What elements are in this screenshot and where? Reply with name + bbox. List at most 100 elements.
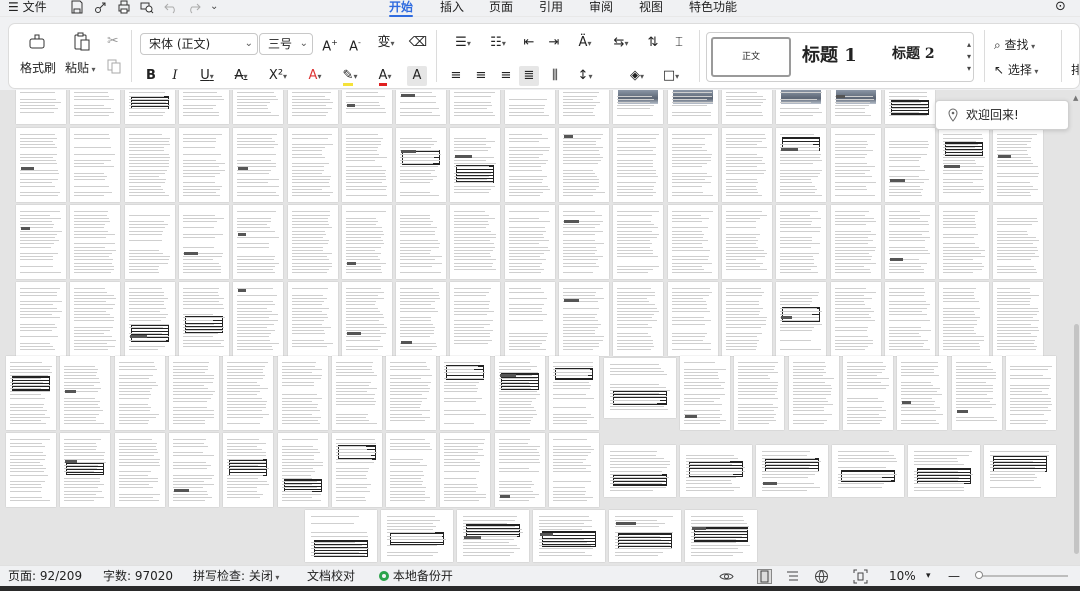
page-thumbnail[interactable]: [396, 205, 447, 279]
page-thumbnail[interactable]: [6, 356, 56, 430]
page-thumbnail[interactable]: [178, 282, 229, 356]
page-thumbnail[interactable]: [984, 445, 1056, 497]
format-painter-icon[interactable]: [27, 32, 47, 52]
character-shading-icon[interactable]: A: [407, 66, 427, 86]
page-thumbnail[interactable]: [613, 205, 664, 279]
fit-page-icon[interactable]: [853, 569, 868, 584]
page-thumbnail[interactable]: [549, 356, 599, 430]
page-thumbnail[interactable]: [897, 356, 948, 430]
page-thumbnail[interactable]: [609, 510, 681, 562]
justify-icon[interactable]: ≣: [519, 66, 539, 86]
page-thumbnail[interactable]: [993, 282, 1044, 356]
page-thumbnail[interactable]: [331, 433, 382, 507]
increase-indent-icon[interactable]: ⇥: [544, 33, 564, 53]
page-thumbnail[interactable]: [832, 445, 904, 497]
page-thumbnail[interactable]: [533, 510, 605, 562]
page-thumbnail[interactable]: [685, 510, 757, 562]
page-thumbnail[interactable]: [993, 128, 1044, 202]
share-icon[interactable]: [94, 0, 108, 14]
style-heading-2[interactable]: 标题 2: [892, 43, 935, 63]
find-button[interactable]: ⌕ 查找 ▾: [994, 36, 1035, 53]
style-normal[interactable]: 正文: [711, 37, 791, 77]
page-thumbnail[interactable]: [287, 90, 338, 124]
page-thumbnail[interactable]: [386, 356, 437, 430]
page-thumbnail[interactable]: [440, 433, 491, 507]
strikethrough-icon[interactable]: A▾: [227, 66, 255, 86]
copy-icon[interactable]: [107, 59, 122, 74]
spellcheck-toggle[interactable]: 拼写检查: 关闭 ▾: [193, 567, 279, 587]
page-thumbnail[interactable]: [721, 282, 772, 356]
page-thumbnail[interactable]: [604, 445, 676, 497]
page-thumbnail[interactable]: [1005, 356, 1056, 430]
undo-icon[interactable]: [164, 0, 178, 14]
page-thumbnail[interactable]: [70, 128, 121, 202]
arrange-button-partial[interactable]: 排: [1071, 61, 1079, 78]
sort-icon[interactable]: ⇅: [643, 33, 663, 53]
text-direction-icon[interactable]: ⇆▾: [607, 33, 635, 53]
page-thumbnail[interactable]: [70, 282, 121, 356]
vertical-scrollbar[interactable]: ▲: [1072, 94, 1080, 565]
page-thumbnail[interactable]: [114, 356, 165, 430]
tab-references[interactable]: 引用: [539, 0, 563, 15]
page-thumbnail[interactable]: [951, 356, 1002, 430]
page-thumbnail[interactable]: [788, 356, 839, 430]
tab-page[interactable]: 页面: [489, 0, 513, 15]
page-thumbnail[interactable]: [504, 282, 555, 356]
font-size-select[interactable]: 三号 ⌄: [259, 33, 313, 55]
page-thumbnail[interactable]: [341, 90, 392, 124]
page-thumbnail[interactable]: [233, 282, 284, 356]
page-thumbnail[interactable]: [60, 356, 111, 430]
page-thumbnail[interactable]: [341, 205, 392, 279]
eye-icon[interactable]: [719, 569, 734, 584]
tab-home[interactable]: 开始: [389, 0, 413, 15]
page-thumbnail[interactable]: [613, 282, 664, 356]
page-thumbnail[interactable]: [884, 90, 935, 124]
more-options-icon[interactable]: ⊙: [1055, 0, 1066, 15]
align-left-icon[interactable]: ≡: [446, 66, 466, 86]
page-thumbnail[interactable]: [842, 356, 893, 430]
zoom-slider-knob[interactable]: [975, 571, 983, 579]
local-backup-button[interactable]: 本地备份开: [379, 567, 453, 585]
web-view-icon[interactable]: [814, 569, 829, 584]
print-preview-icon[interactable]: [140, 0, 154, 14]
page-thumbnail[interactable]: [124, 90, 175, 124]
page-thumbnail[interactable]: [830, 128, 881, 202]
select-button[interactable]: ↖ 选择 ▾: [994, 61, 1038, 78]
page-thumbnail[interactable]: [70, 90, 121, 124]
page-thumbnail[interactable]: [450, 282, 501, 356]
page-thumbnail[interactable]: [457, 510, 529, 562]
page-thumbnail[interactable]: [721, 205, 772, 279]
line-spacing-icon[interactable]: ↕▾: [571, 66, 599, 86]
text-effect-icon[interactable]: A▾: [301, 66, 329, 86]
page-thumbnail[interactable]: [939, 128, 990, 202]
word-count[interactable]: 字数: 97020: [103, 567, 173, 585]
borders-icon[interactable]: □▾: [657, 66, 685, 86]
zoom-level[interactable]: 10%: [889, 567, 916, 585]
page-thumbnail[interactable]: [381, 510, 453, 562]
page-thumbnail[interactable]: [124, 128, 175, 202]
page-thumbnail[interactable]: [494, 356, 545, 430]
page-thumbnail[interactable]: [70, 205, 121, 279]
tab-special-features[interactable]: 特色功能: [689, 0, 737, 15]
page-thumbnail[interactable]: [884, 282, 935, 356]
page-thumbnail[interactable]: [939, 205, 990, 279]
page-thumbnail[interactable]: [939, 282, 990, 356]
font-name-select[interactable]: 宋体 (正文) ⌄: [140, 33, 258, 55]
page-thumbnail[interactable]: [776, 128, 827, 202]
page-thumbnail[interactable]: [734, 356, 785, 430]
style-heading-1[interactable]: 标题 1: [802, 41, 857, 67]
page-thumbnail[interactable]: [830, 90, 881, 124]
page-thumbnail[interactable]: [680, 445, 752, 497]
page-thumbnail[interactable]: [287, 282, 338, 356]
file-menu[interactable]: ☰ 文件: [8, 0, 47, 15]
scrollbar-thumb[interactable]: [1074, 324, 1079, 554]
tab-review[interactable]: 审阅: [589, 0, 613, 15]
page-thumbnail[interactable]: [233, 128, 284, 202]
page-thumbnail[interactable]: [396, 282, 447, 356]
phonetic-guide-icon[interactable]: 变▾: [372, 33, 400, 53]
page-thumbnail[interactable]: [613, 128, 664, 202]
numbered-list-icon[interactable]: ☷▾: [484, 33, 512, 53]
page-thumbnail[interactable]: [16, 205, 66, 279]
scroll-up-icon[interactable]: ▲: [1073, 94, 1078, 102]
page-thumbnail[interactable]: [884, 205, 935, 279]
